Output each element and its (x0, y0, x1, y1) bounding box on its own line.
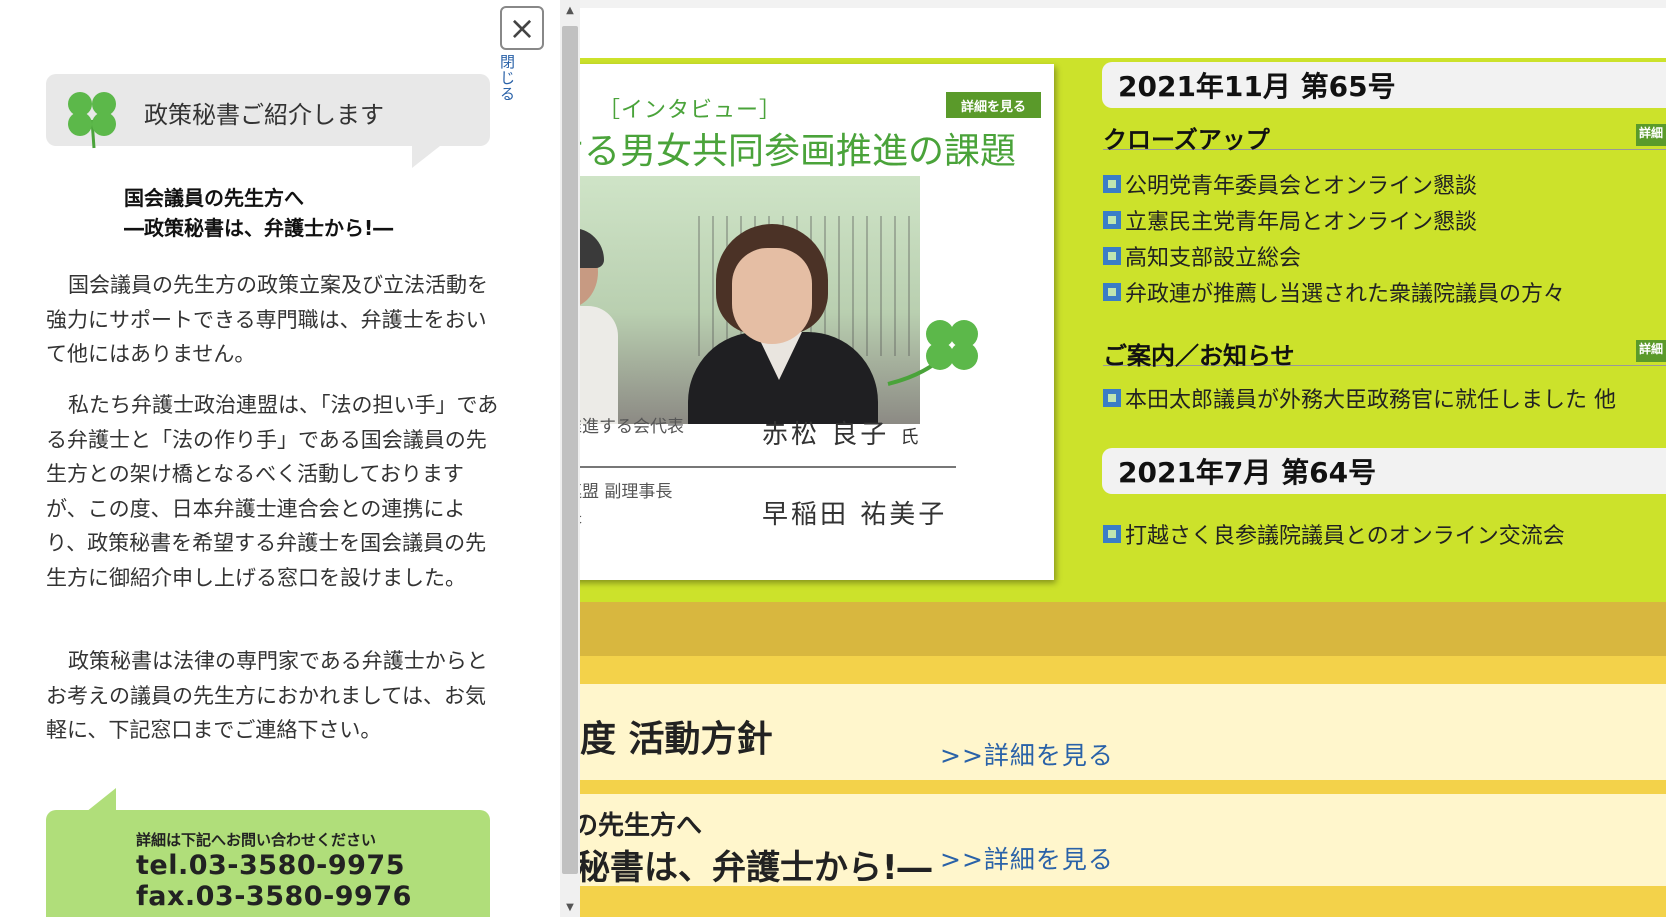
feature-interview-card[interactable]: ［インタビュー］ 詳細を見る ける男女共同参画推進の課題 を推進する会代表 赤松… (548, 64, 1054, 580)
panel-heading: 国会議員の先生方へ (124, 186, 304, 210)
news-item-label[interactable]: 立憲民主党青年局とオンライン懇談 (1125, 204, 1477, 236)
intro-detail-link[interactable]: >>詳細を見る (940, 840, 1114, 876)
contact-fax: fax.03-3580-9976 (136, 881, 412, 912)
news-item-label[interactable]: 弁政連が推薦し当選された衆議院議員の方々 (1125, 276, 1565, 308)
panel-title: 政策秘書ご紹介します (144, 101, 384, 129)
yellow-strip (548, 886, 1666, 917)
panel-subheading: ―政策秘書は、弁護士から!― (124, 216, 394, 240)
panel-paragraph: 政策秘書は法律の専門家である弁護士からとお考えの議員の先生方におかれましては、お… (46, 649, 488, 742)
close-icon: × (508, 9, 536, 47)
contact-tel[interactable]: tel.03-3580-9975 (136, 850, 405, 881)
card-title: ける男女共同参画推進の課題 (548, 131, 1017, 172)
secretary-intro-panel: × 閉じる 政策秘書ご紹介します 国会議員の先生方へ ―政策秘書は、弁護士から!… (0, 0, 560, 917)
scroll-thumb[interactable] (562, 26, 578, 874)
intro-line2: 秘書は、弁護士から!― (576, 848, 932, 888)
bullet-icon (1103, 389, 1121, 407)
policy-title: 度 活動方針 (580, 719, 773, 760)
section-notice-heading: ご案内／お知らせ 詳細 (1103, 336, 1666, 370)
interviewee1-name-text: 赤松 良子 (762, 420, 890, 450)
section-closeup-heading: クローズアップ 詳細 (1103, 120, 1666, 154)
news-item-label[interactable]: 高知支部設立総会 (1125, 240, 1301, 272)
yellow-strip (548, 780, 1666, 794)
bullet-icon (1103, 525, 1121, 543)
bullet-icon (1103, 247, 1121, 265)
news-item[interactable]: 本田太郎議員が外務大臣政務官に就任しました 他 (1103, 382, 1616, 414)
interview-photo (548, 176, 920, 424)
bullet-icon (1103, 211, 1121, 229)
news-item-label[interactable]: 公明党青年委員会とオンライン懇談 (1125, 168, 1477, 200)
news-item[interactable]: 高知支部設立総会 (1103, 240, 1301, 272)
scroll-up-arrow-icon[interactable]: ▲ (560, 0, 580, 20)
scroll-down-arrow-icon[interactable]: ▼ (560, 897, 580, 917)
news-item[interactable]: 公明党青年委員会とオンライン懇談 (1103, 168, 1477, 200)
interviewee1-name: 赤松 良子 氏 (762, 414, 919, 451)
news-item[interactable]: 弁政連が推薦し当選された衆議院議員の方々 (1103, 276, 1565, 308)
bubble-tail (412, 146, 440, 168)
news-item[interactable]: 立憲民主党青年局とオンライン懇談 (1103, 204, 1477, 236)
section-closeup-title: クローズアップ (1103, 126, 1270, 154)
top-strip (548, 0, 1666, 8)
section-notice-detail-button[interactable]: 詳細 (1636, 340, 1666, 362)
panel-scrollbar[interactable]: ▲ ▼ (560, 0, 580, 917)
card-detail-button[interactable]: 詳細を見る (946, 92, 1041, 118)
panel-paragraph: 国会議員の先生方の政策立案及び立法活動を強力にサポートできる専門職は、弁護士をお… (46, 273, 488, 366)
issue-heading-64: 2021年7月 第64号 (1102, 448, 1666, 494)
panel-paragraph: 私たち弁護士政治連盟は、「法の担い手」である弁護士と「法の作り手」である国会議員… (46, 393, 499, 590)
interviewee2-name: 早稲田 祐美子 (762, 500, 948, 530)
gold-divider-band (548, 602, 1666, 656)
bullet-icon (1103, 175, 1121, 193)
policy-detail-link[interactable]: >>詳細を見る (940, 736, 1114, 772)
intro-line1: の先生方へ (572, 811, 703, 841)
card-divider (548, 466, 956, 468)
section-closeup-detail-button[interactable]: 詳細 (1636, 124, 1666, 146)
close-label[interactable]: 閉じる (500, 54, 522, 102)
news-item-label[interactable]: 本田太郎議員が外務大臣政務官に就任しました 他 (1125, 382, 1616, 414)
close-button[interactable]: × (500, 6, 544, 50)
clover-icon (887, 320, 978, 386)
news-item[interactable]: 打越さく良参議院議員とのオンライン交流会 (1103, 518, 1565, 550)
news-item-label[interactable]: 打越さく良参議院議員とのオンライン交流会 (1125, 518, 1565, 550)
card-kicker: ［インタビュー］ (598, 98, 783, 123)
clover-icon (68, 92, 116, 149)
photo-person-main (688, 224, 878, 424)
honorific-suffix: 氏 (900, 427, 919, 448)
yellow-strip (548, 656, 1666, 684)
contact-bubble-tail (86, 788, 116, 812)
bullet-icon (1103, 283, 1121, 301)
section-notice-title: ご案内／お知らせ (1103, 342, 1295, 370)
issue-heading-65: 2021年11月 第65号 (1102, 62, 1666, 108)
contact-note: 詳細は下記へお問い合わせください (136, 831, 377, 849)
